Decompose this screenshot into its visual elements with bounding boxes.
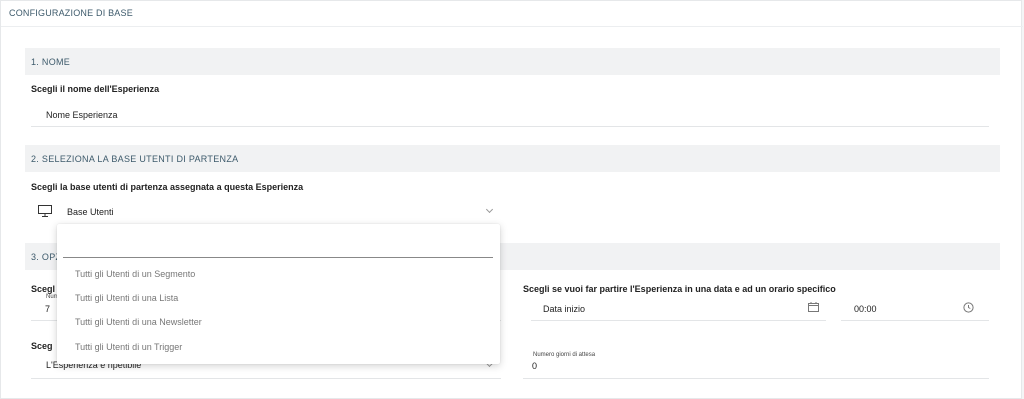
start-date-input[interactable]: Data inizio <box>543 304 585 314</box>
monitor-icon <box>38 205 52 217</box>
start-date-label: Scegli se vuoi far partire l'Esperienza … <box>523 284 836 294</box>
base-users-label: Scegli la base utenti di partenza assegn… <box>31 182 304 192</box>
wait-days-input[interactable]: 0 <box>532 361 537 371</box>
experience-name-input[interactable]: Nome Esperienza <box>46 110 118 120</box>
dropdown-option-list[interactable]: Tutti gli Utenti di una Lista <box>75 293 178 303</box>
chevron-down-icon[interactable] <box>485 205 494 214</box>
experience-name-underline <box>31 126 989 127</box>
base-users-select[interactable]: Base Utenti <box>67 207 114 217</box>
repeat-underline <box>31 378 501 379</box>
section-name-header: 1. NOME <box>25 48 1000 75</box>
dropdown-search-input[interactable] <box>63 234 493 258</box>
start-time-input[interactable]: 00:00 <box>854 304 877 314</box>
number-input[interactable]: 7 <box>45 304 50 314</box>
dropdown-option-newsletter[interactable]: Tutti gli Utenti di una Newsletter <box>75 317 202 327</box>
clock-icon[interactable] <box>963 302 974 313</box>
panel-divider <box>1 26 1023 27</box>
dropdown-option-segment[interactable]: Tutti gli Utenti di un Segmento <box>75 269 195 279</box>
calendar-icon[interactable] <box>808 302 819 312</box>
section-name-title: 1. NOME <box>31 57 71 67</box>
wait-days-underline <box>523 378 989 379</box>
start-time-underline <box>841 320 989 321</box>
options-left-label-2: Sceg <box>31 341 53 351</box>
base-users-dropdown: Tutti gli Utenti di un Segmento Tutti gl… <box>57 224 500 364</box>
wait-days-label: Numero giorni di attesa <box>533 352 596 358</box>
dropdown-option-trigger[interactable]: Tutti gli Utenti di un Trigger <box>75 342 182 352</box>
panel-title: CONFIGURAZIONE DI BASE <box>9 8 133 18</box>
section-base-users-header: 2. SELEZIONA LA BASE UTENTI DI PARTENZA <box>25 145 1000 172</box>
options-left-label: Scegl <box>31 284 56 294</box>
section-base-users-title: 2. SELEZIONA LA BASE UTENTI DI PARTENZA <box>31 154 239 164</box>
experience-name-label: Scegli il nome dell'Esperienza <box>31 84 160 94</box>
start-date-underline <box>531 320 826 321</box>
